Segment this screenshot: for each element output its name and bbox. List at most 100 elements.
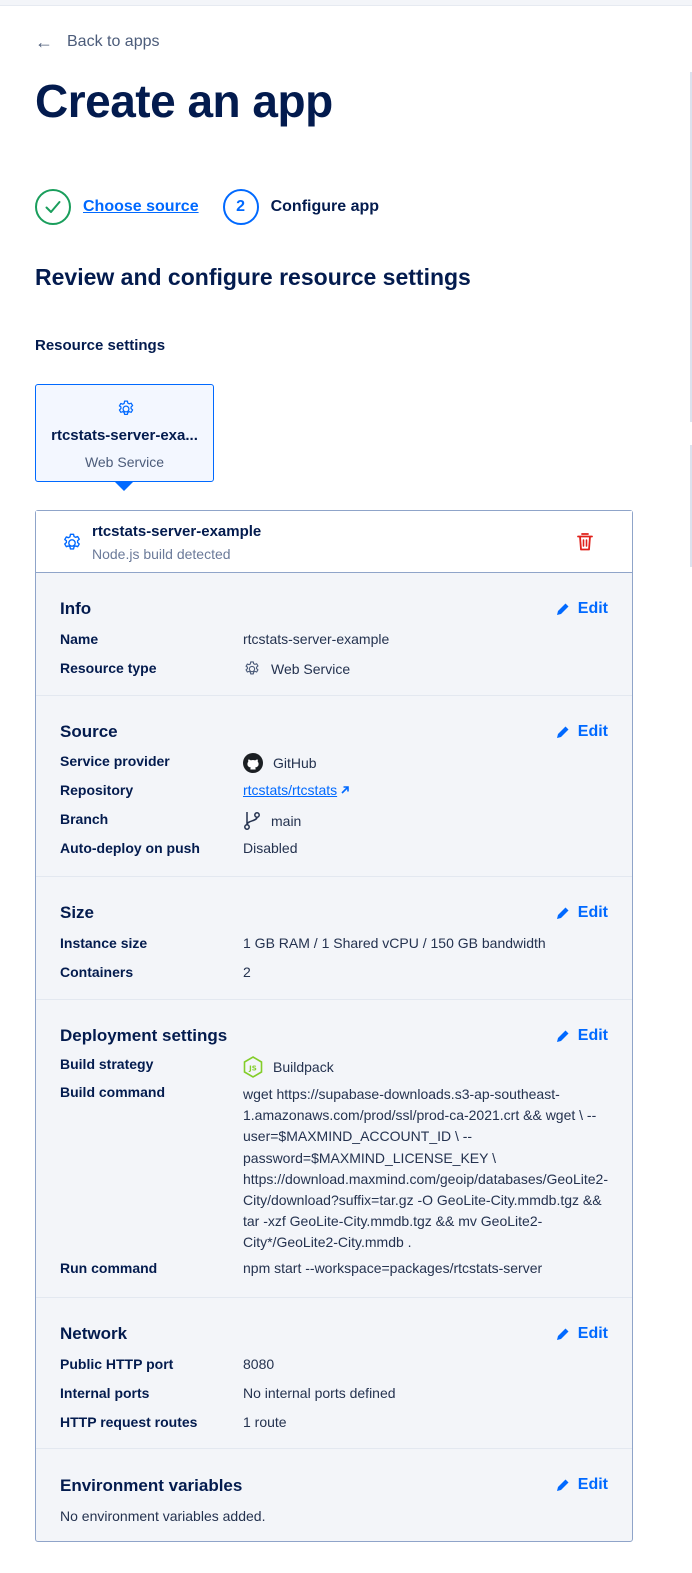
field-value: 1 GB RAM / 1 Shared vCPU / 150 GB bandwi… [243, 935, 546, 951]
svg-text:JS: JS [248, 1065, 257, 1073]
field-value: rtcstats/rtcstats [243, 782, 350, 798]
build-command-line: wget https://supabase-downloads.s3-ap-so… [243, 1086, 560, 1102]
source-repo-row: Repository rtcstats/rtcstats [60, 782, 350, 798]
trash-icon[interactable] [576, 532, 594, 552]
selection-caret [115, 482, 133, 491]
network-routes-row: HTTP request routes 1 route [60, 1414, 287, 1430]
size-title: Size [60, 903, 95, 922]
repository-link-text: rtcstats/rtcstats [243, 782, 338, 798]
edit-label: Edit [577, 1325, 608, 1342]
source-provider-row: Service provider GitHub [60, 753, 317, 773]
edit-source-button[interactable]: Edit [556, 723, 608, 741]
env-title: Environment variables [60, 1476, 243, 1495]
back-to-apps-link[interactable]: ← Back to apps [35, 30, 160, 54]
external-link-icon [341, 786, 349, 794]
provider-value: GitHub [273, 755, 317, 771]
gear-icon [118, 400, 134, 416]
build-command-line: tar -xzf GeoLite-City.mmdb.tgz && mv Geo… [243, 1213, 543, 1230]
info-title: Info [60, 599, 92, 618]
nodejs-icon: JS [243, 1056, 263, 1078]
resource-card-type: Web Service [84, 454, 165, 470]
field-label: Run command [60, 1260, 158, 1276]
field-label: Service provider [60, 753, 170, 769]
field-value: Disabled [243, 840, 298, 856]
edit-info-button[interactable]: Edit [556, 600, 608, 618]
pencil-icon [556, 907, 569, 919]
step-choose-source-link[interactable]: Choose source [83, 198, 199, 216]
resource-card-selected[interactable]: rtcstats-server-exa... Web Service [35, 384, 214, 482]
build-command-line: password=$MAXMIND_LICENSE_KEY \ [243, 1149, 497, 1166]
gear-icon [245, 661, 259, 675]
build-command-line: user=$MAXMIND_ACCOUNT_ID \ -- [243, 1128, 473, 1145]
checkmark-icon [45, 201, 61, 213]
field-value: GitHub [243, 753, 317, 773]
resource-settings-label: Resource settings [35, 337, 166, 354]
info-name-row: Name rtcstats-server-example [60, 631, 389, 647]
build-command-line: 1.amazonaws.com/prod/ssl/prod-ca-2021.cr… [243, 1107, 597, 1124]
resource-name: rtcstats-server-example [92, 523, 262, 540]
size-section: Size Edit Instance size 1 GB RAM / 1 Sha… [36, 877, 632, 1000]
env-section: Environment variables Edit No environmen… [36, 1449, 632, 1541]
field-value: 1 route [243, 1414, 287, 1430]
branch-value: main [271, 813, 302, 829]
field-value: JS Buildpack [243, 1056, 334, 1078]
source-branch-row: Branch main [60, 811, 301, 831]
source-title: Source [60, 722, 118, 741]
github-icon [243, 753, 263, 773]
resource-detail-panel: rtcstats-server-example Node.js build de… [35, 510, 633, 1542]
network-port-row: Public HTTP port 8080 [60, 1356, 274, 1372]
field-label: Build command [60, 1084, 166, 1100]
env-empty-text: No environment variables added. [60, 1508, 266, 1524]
branch-icon [244, 812, 260, 830]
field-value: Web Service [243, 660, 350, 678]
pencil-icon [556, 1479, 569, 1491]
strategy-value: Buildpack [273, 1059, 334, 1075]
info-type-row: Resource type Web Service [60, 660, 350, 678]
edit-label: Edit [577, 904, 608, 921]
edit-deployment-button[interactable]: Edit [556, 1027, 608, 1045]
build-command-value: wget https://supabase-downloads.s3-ap-so… [243, 1084, 613, 1254]
edit-env-button[interactable]: Edit [556, 1476, 608, 1494]
pencil-icon [556, 1328, 569, 1340]
edit-network-button[interactable]: Edit [556, 1325, 608, 1343]
deployment-run-row: Run command npm start --workspace=packag… [60, 1260, 542, 1276]
edit-label: Edit [577, 1476, 608, 1493]
size-instance-row: Instance size 1 GB RAM / 1 Shared vCPU /… [60, 935, 546, 951]
field-label: HTTP request routes [60, 1414, 198, 1430]
field-label: Auto-deploy on push [60, 840, 200, 856]
edit-size-button[interactable]: Edit [556, 904, 608, 922]
deployment-build-row: Build command wget https://supabase-down… [60, 1084, 613, 1254]
field-value: main [243, 811, 301, 831]
pencil-icon [556, 726, 569, 738]
resource-subtitle: Node.js build detected [92, 546, 231, 562]
resource-type-value: Web Service [271, 661, 351, 677]
field-label: Resource type [60, 660, 157, 676]
field-label: Repository [60, 782, 134, 798]
field-label: Branch [60, 811, 109, 827]
info-section: Info Edit Name rtcstats-server-example R… [36, 573, 632, 696]
edit-label: Edit [577, 1027, 608, 1044]
field-value: No internal ports defined [243, 1385, 396, 1401]
size-containers-row: Containers 2 [60, 964, 251, 980]
field-label: Instance size [60, 935, 148, 951]
build-command-line: City/download?suffix=tar.gz -O GeoLite-C… [243, 1192, 602, 1209]
field-value: 2 [243, 964, 251, 980]
field-label: Containers [60, 964, 134, 980]
network-section: Network Edit Public HTTP port 8080 Inter… [36, 1298, 632, 1449]
repository-link[interactable]: rtcstats/rtcstats [243, 782, 350, 798]
back-label: Back to apps [67, 33, 160, 50]
panel-header: rtcstats-server-example Node.js build de… [36, 511, 632, 573]
section-title: Review and configure resource settings [35, 264, 471, 290]
step-complete-indicator [35, 189, 71, 225]
deployment-section: Deployment settings Edit Build strategy … [36, 1000, 632, 1298]
page-title: Create an app [35, 75, 333, 127]
source-section: Source Edit Service provider GitHub Repo… [36, 696, 632, 877]
deployment-strategy-row: Build strategy JS Buildpack [60, 1056, 334, 1078]
pencil-icon [556, 1030, 569, 1042]
field-label: Name [60, 631, 99, 647]
build-command-line: https://download.maxmind.com/geoip/datab… [243, 1170, 608, 1187]
deployment-title: Deployment settings [60, 1026, 228, 1045]
resource-card-name: rtcstats-server-exa... [51, 427, 198, 444]
edit-label: Edit [577, 723, 608, 740]
arrow-left-icon: ← [35, 32, 53, 52]
